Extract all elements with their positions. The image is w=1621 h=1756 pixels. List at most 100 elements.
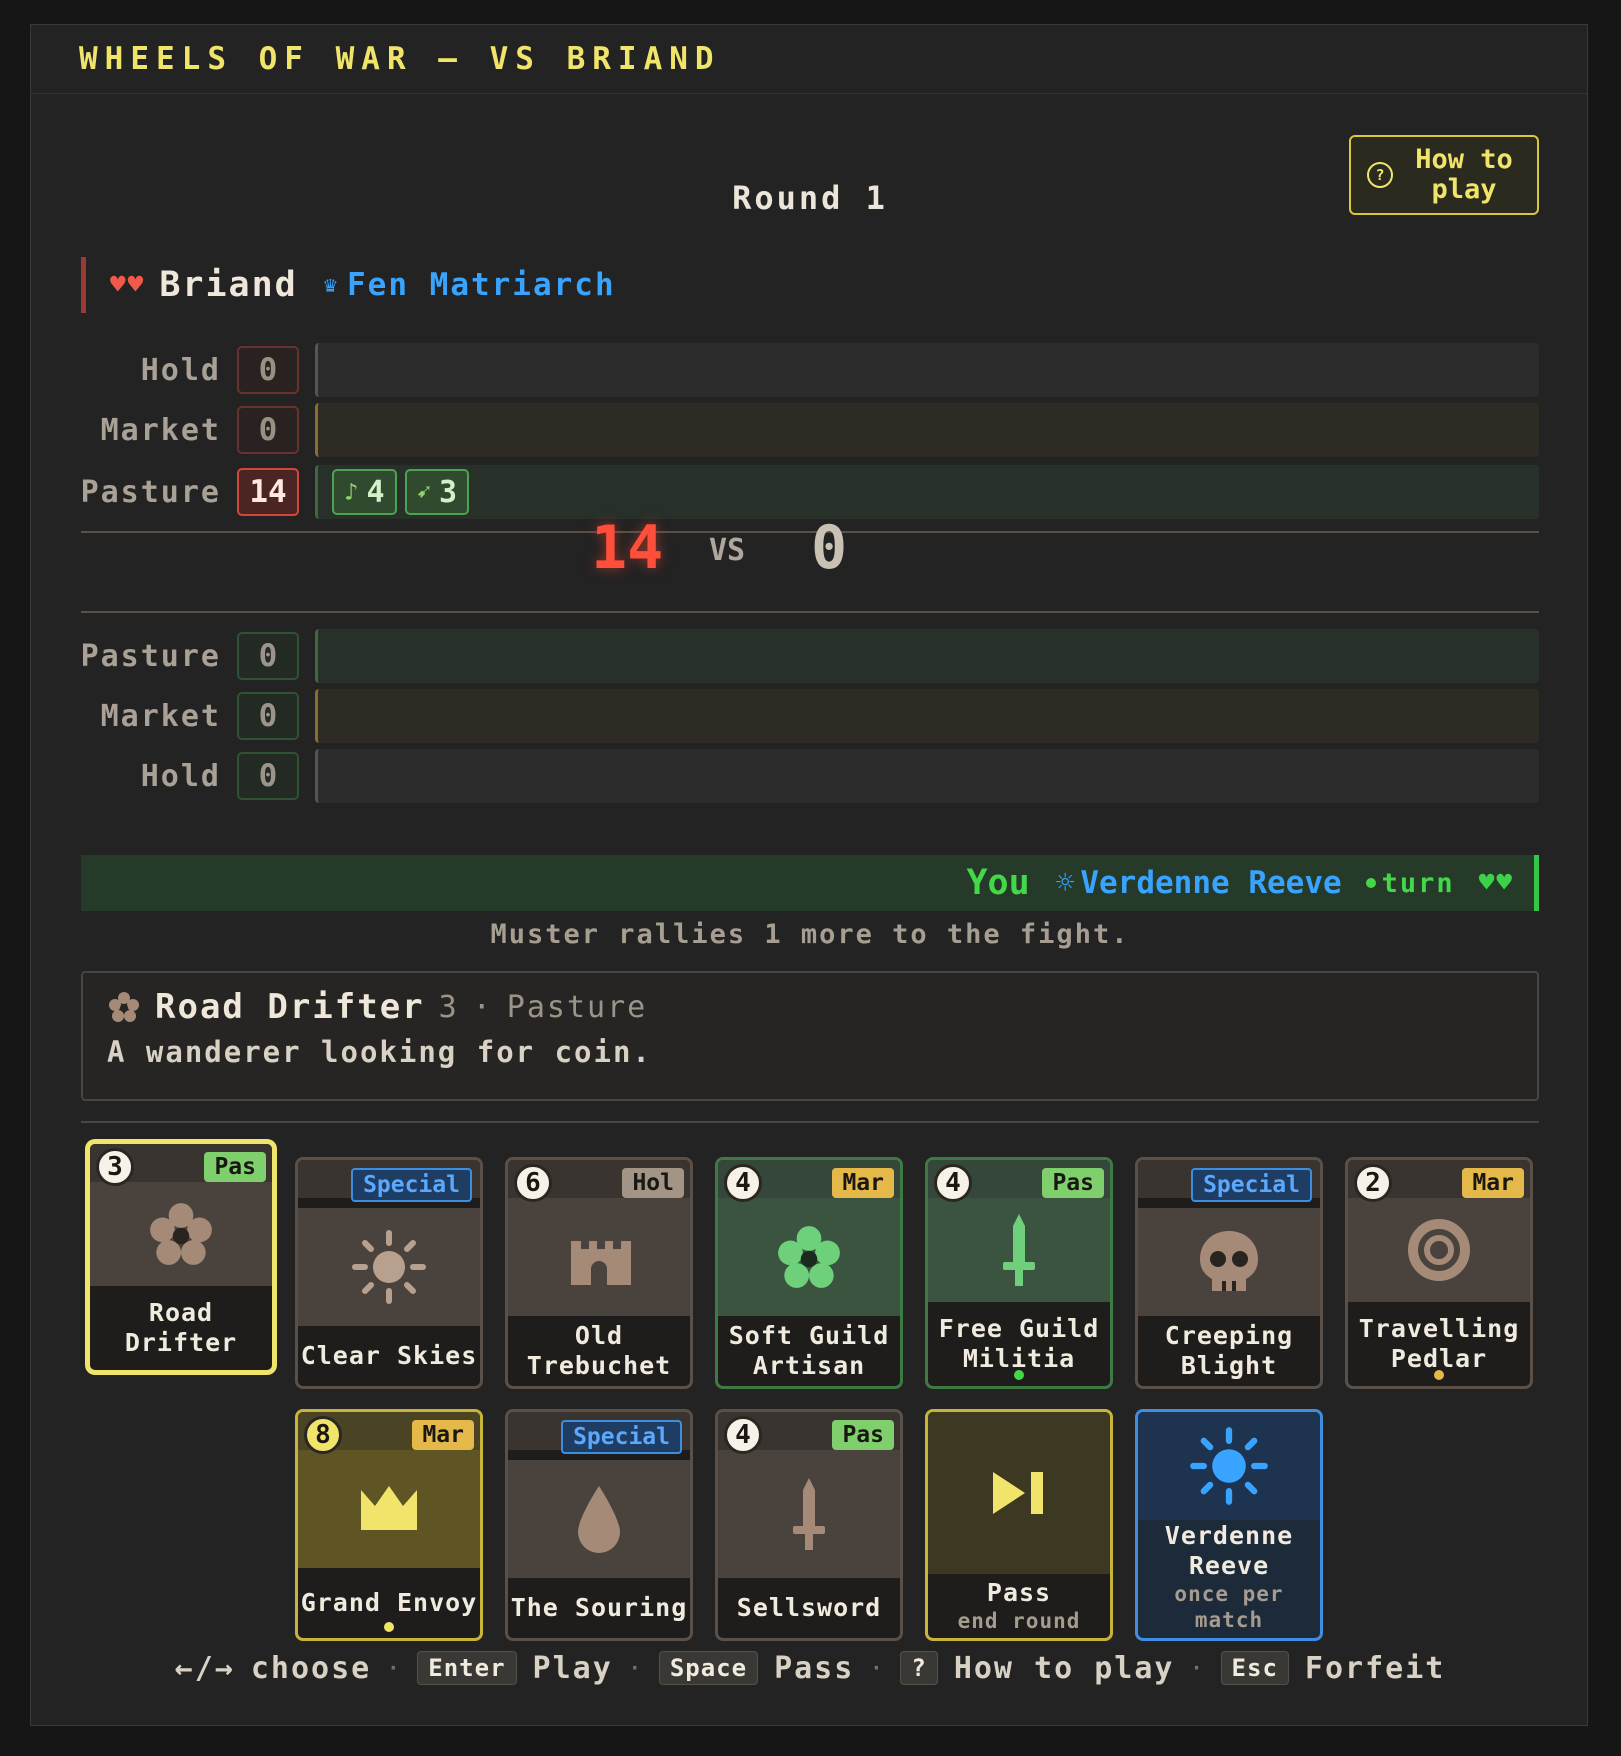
card-name: Old Trebuchet: [526, 1321, 672, 1380]
how-to-play-hint: How to play: [953, 1650, 1175, 1686]
card-lane-tag: Pas: [204, 1152, 266, 1182]
window-title: WHEELS OF WAR — VS BRIAND: [31, 25, 1587, 94]
hand-card-sellsword[interactable]: 4 Pas Sellsword: [715, 1409, 903, 1641]
card-special-tag: Special: [351, 1168, 472, 1202]
row-lane[interactable]: [315, 689, 1539, 743]
sword-icon: [1003, 1214, 1035, 1286]
detail-description: A wanderer looking for coin.: [107, 1035, 652, 1069]
score-display: 14 VS 0: [81, 513, 1539, 583]
row-lane: [315, 343, 1539, 397]
card-lane-tag: Mar: [1462, 1168, 1524, 1198]
drop-icon: [578, 1486, 620, 1553]
opponent-row-hold: Hold 0: [81, 343, 1539, 397]
player-row-market: Market 0: [81, 689, 1539, 743]
how-to-play-button[interactable]: ? How to play: [1349, 135, 1539, 215]
pass-hint: Pass: [774, 1650, 855, 1686]
detail-card-name: Road Drifter: [155, 987, 425, 1027]
castle-icon: [571, 1241, 631, 1285]
player-score: 0: [811, 513, 848, 583]
hand-card-free-guild-militia[interactable]: 4 Pas Free Guild Militia: [925, 1157, 1113, 1389]
status-message: Muster rallies 1 more to the fight.: [490, 919, 1130, 950]
keyboard-hints: ←/→ choose · Enter Play · Space Pass · ?…: [174, 1650, 1446, 1686]
detail-separator: ·: [472, 989, 493, 1025]
card-art: [1348, 1198, 1530, 1302]
card-art: [508, 1460, 690, 1578]
row-label: Market: [100, 698, 221, 734]
hand-card-the-souring[interactable]: Special The Souring: [505, 1409, 693, 1641]
hand-card-travelling-pedlar[interactable]: 2 Mar Travelling Pedlar: [1345, 1157, 1533, 1389]
player-leader: ☼ Verdenne Reeve: [1055, 865, 1342, 901]
row-label: Pasture: [80, 638, 221, 674]
bow-icon: ➹: [416, 478, 431, 506]
hand-card-creeping-blight[interactable]: Special Creeping Blight: [1135, 1157, 1323, 1389]
detail-power: 3: [438, 989, 459, 1025]
divider: [81, 611, 1539, 613]
card-power: 2: [1354, 1164, 1392, 1202]
card-lane-tag: Hol: [622, 1168, 684, 1198]
card-power: 4: [724, 1416, 762, 1454]
card-art: [928, 1412, 1110, 1574]
card-art: [1138, 1208, 1320, 1316]
row-count: 14: [237, 468, 299, 516]
card-art: [718, 1450, 900, 1578]
row-lane[interactable]: [315, 629, 1539, 683]
card-name: Sellsword: [736, 1593, 882, 1622]
hand-card-old-trebuchet[interactable]: 6 Hol Old Trebuchet: [505, 1157, 693, 1389]
leader-ability-card[interactable]: Verdenne Reeve once per match: [1135, 1409, 1323, 1641]
skip-icon: [993, 1472, 1043, 1514]
card-lane-tag: Pas: [832, 1420, 894, 1450]
unit-chip[interactable]: ♪ 4: [332, 469, 397, 515]
flower-cluster-icon: [778, 1226, 840, 1288]
you-label: You: [966, 863, 1030, 903]
crown-icon: ♛: [323, 272, 339, 298]
sun-icon: ☼: [1055, 865, 1075, 901]
flower-cluster-icon: [150, 1203, 212, 1265]
turn-indicator: turn: [1365, 868, 1455, 899]
card-art: [508, 1198, 690, 1316]
ability-dot: [1014, 1370, 1024, 1380]
forfeit-hint: Forfeit: [1304, 1650, 1446, 1686]
divider: [81, 1121, 1539, 1123]
opponent-score: 14: [591, 513, 664, 583]
sword-icon: [793, 1478, 825, 1550]
opponent-row-market: Market 0: [81, 403, 1539, 457]
hand-card-road-drifter[interactable]: 3 Pas Road Drifter: [87, 1141, 275, 1373]
detail-lane: Pasture: [506, 989, 648, 1025]
row-lane: [315, 403, 1539, 457]
card-name: Verdenne Reeve once per match: [1164, 1521, 1294, 1632]
board: Round 1 ? How to play ♥♥ Briand ♛ Fen Mat…: [81, 93, 1539, 1725]
space-key[interactable]: Space: [658, 1651, 759, 1685]
opponent-row-pasture: Pasture 14 ♪ 4 ➹ 3: [81, 465, 1539, 519]
flower-cluster-icon: [109, 992, 139, 1022]
music-note-icon: ♪: [344, 478, 359, 506]
unit-chip[interactable]: ➹ 3: [404, 469, 470, 515]
row-count: 0: [237, 752, 299, 800]
row-lane[interactable]: [315, 749, 1539, 803]
player-row-hold: Hold 0: [81, 749, 1539, 803]
opponent-hearts: ♥♥: [110, 270, 146, 300]
card-power: 3: [96, 1148, 134, 1186]
row-label: Hold: [140, 352, 221, 388]
card-name: Creeping Blight: [1164, 1321, 1294, 1380]
player-hearts: ♥♥: [1478, 868, 1514, 898]
pass-card[interactable]: Pass end round: [925, 1409, 1113, 1641]
arrow-keys-hint: ←/→: [174, 1650, 235, 1686]
hand-card-soft-guild-artisan[interactable]: 4 Mar Soft Guild Artisan: [715, 1157, 903, 1389]
round-label: Round 1: [732, 179, 888, 217]
skull-icon: [1200, 1231, 1258, 1291]
row-count: 0: [237, 632, 299, 680]
card-power: 4: [724, 1164, 762, 1202]
card-art: [298, 1450, 480, 1568]
help-key[interactable]: ?: [900, 1651, 938, 1685]
opponent-leader: ♛ Fen Matriarch: [323, 267, 616, 303]
card-art: [90, 1182, 272, 1286]
enter-key[interactable]: Enter: [417, 1651, 517, 1685]
row-label: Market: [100, 412, 221, 448]
esc-key[interactable]: Esc: [1220, 1651, 1289, 1685]
card-name: Soft Guild Artisan: [728, 1321, 890, 1380]
row-lane: ♪ 4 ➹ 3: [315, 465, 1539, 519]
hand-card-clear-skies[interactable]: Special Clear Skies: [295, 1157, 483, 1389]
play-hint: Play: [532, 1650, 613, 1686]
hand-card-grand-envoy[interactable]: 8 Mar Grand Envoy: [295, 1409, 483, 1641]
turn-dot-icon: [1365, 878, 1376, 888]
